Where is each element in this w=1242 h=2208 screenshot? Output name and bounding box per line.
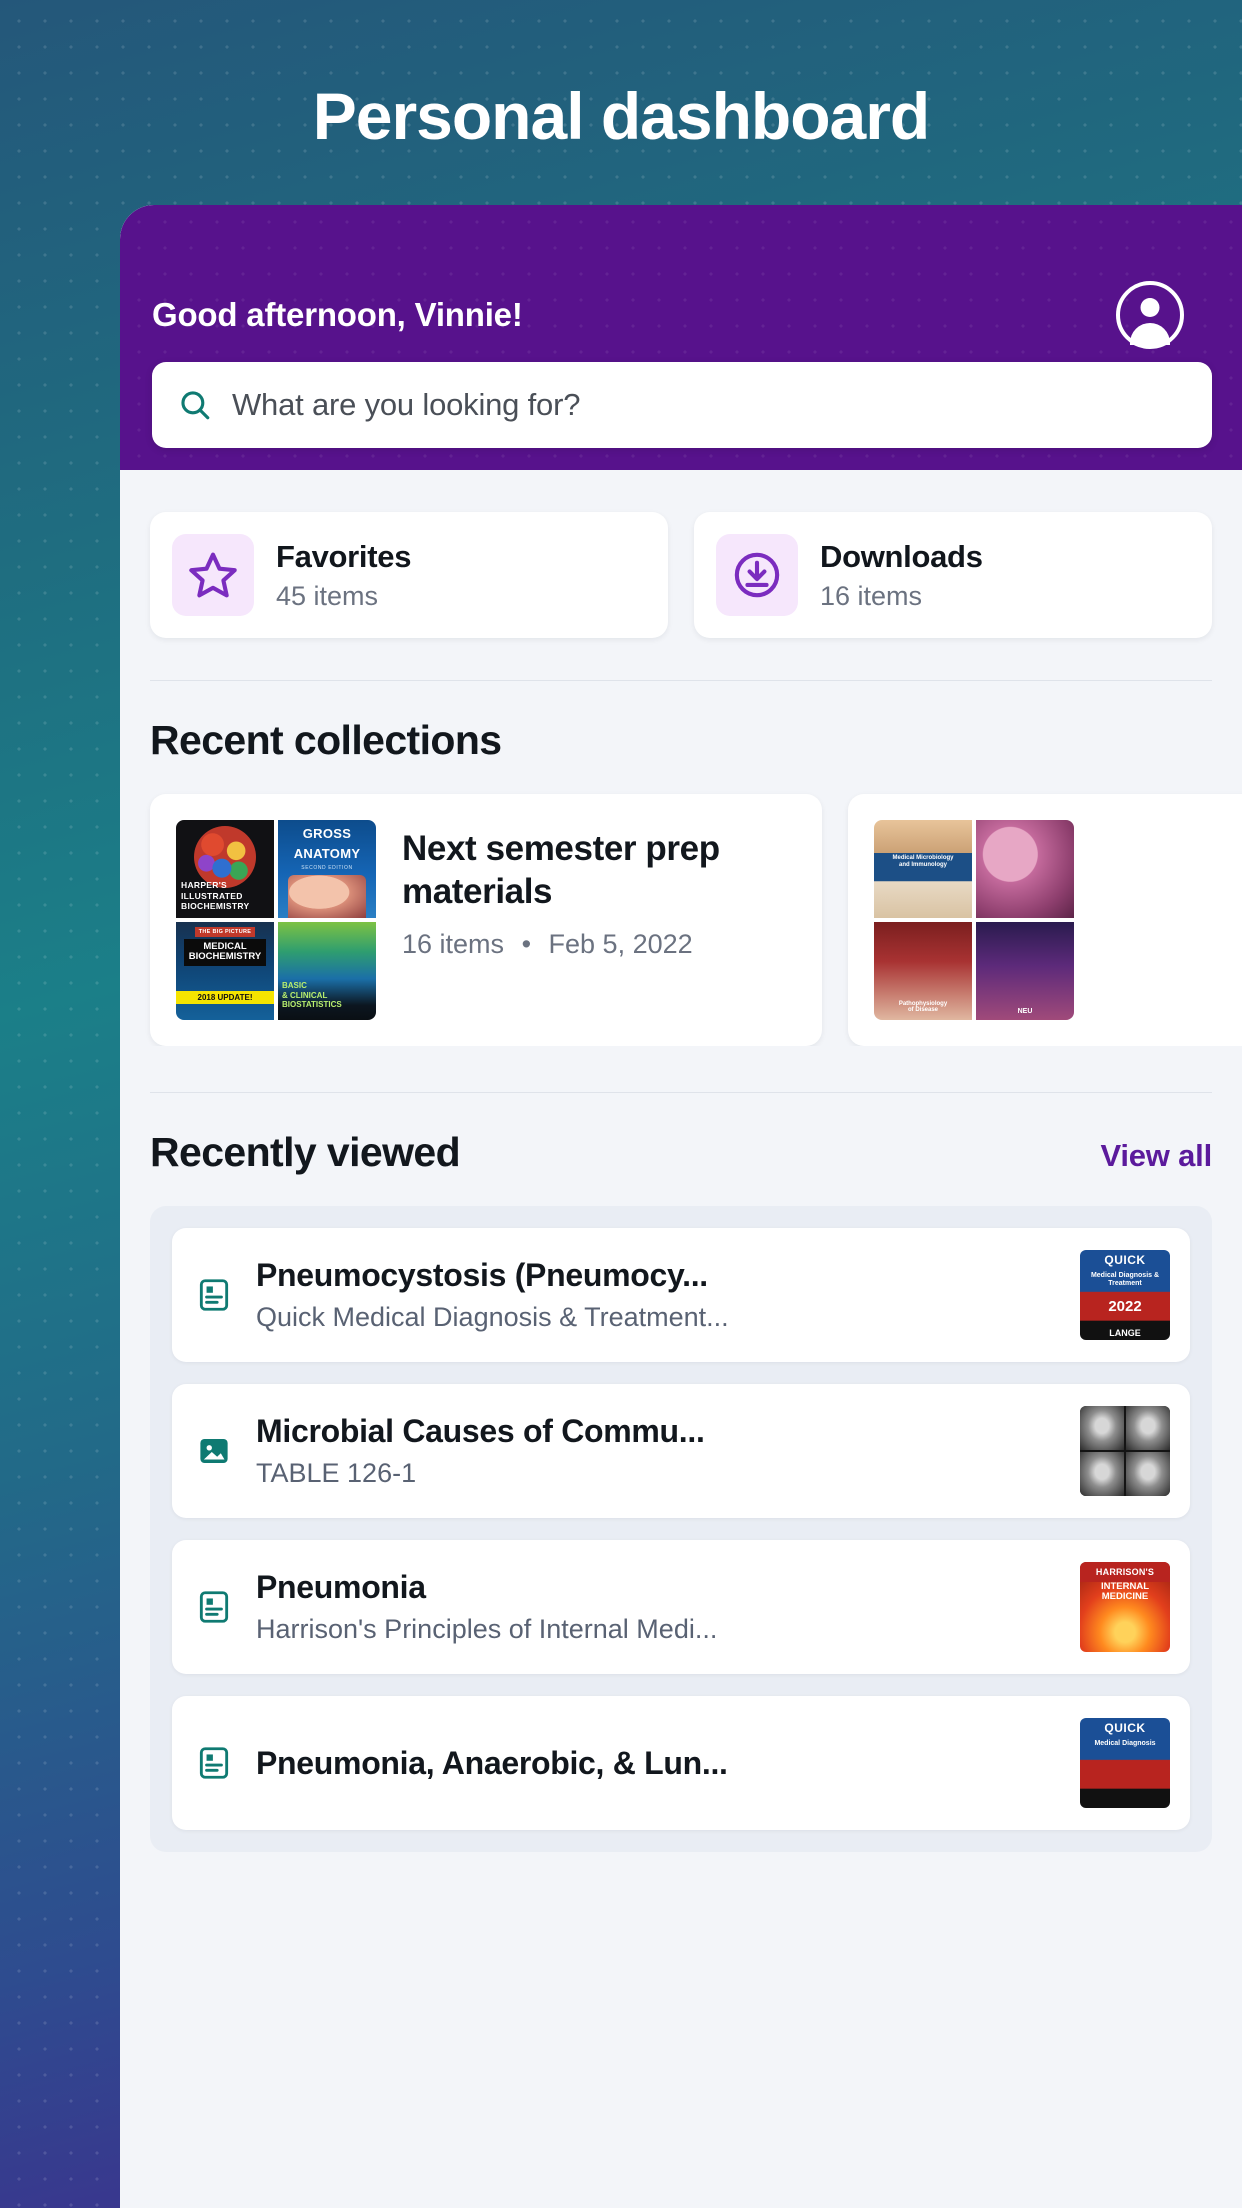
biostat-title: BASIC & CLINICAL BIOSTATISTICS: [282, 981, 342, 1010]
bigpic-title: MEDICAL BIOCHEMISTRY: [183, 939, 267, 966]
thumb-line-1: QUICK: [1104, 1721, 1146, 1735]
list-item[interactable]: Pneumonia, Anaerobic, & Lun... QUICK Med…: [172, 1696, 1190, 1830]
recently-viewed-list: Pneumocystosis (Pneumocy... Quick Medica…: [150, 1206, 1212, 1852]
gross-cover-art: [288, 875, 366, 918]
document-icon: [192, 1744, 236, 1782]
recently-viewed-title: Recently viewed: [150, 1129, 461, 1175]
downloads-card[interactable]: Downloads 16 items: [694, 512, 1212, 638]
list-item-title: Microbial Causes of Commu...: [256, 1413, 705, 1449]
neuro-title: NEU: [1017, 1008, 1033, 1015]
greeting-row: Good afternoon, Vinnie!: [152, 281, 1202, 349]
collection-item-count: 16 items: [402, 929, 505, 960]
gross-line3: SECOND EDITION: [301, 865, 353, 871]
favorites-text-block: Favorites 45 items: [276, 539, 411, 612]
xray-tile: [1126, 1406, 1170, 1450]
collection-card[interactable]: HARPER'S ILLUSTRATED BIOCHEMISTRY GROSS …: [150, 794, 822, 1046]
thumb-line-2: Medical Diagnosis: [1094, 1740, 1156, 1747]
collection-subtitle: 16 items • Feb 5, 2022: [402, 929, 796, 960]
book-cover-pathophysiology: Pathophysiology of Disease: [874, 922, 972, 1020]
xray-tile: [1126, 1452, 1170, 1496]
collection-thumbnail-grid: HARPER'S ILLUSTRATED BIOCHEMISTRY GROSS …: [176, 820, 376, 1020]
book-cover-neurology: NEU: [976, 922, 1074, 1020]
harpers-cover-art: [194, 826, 256, 888]
list-item[interactable]: Microbial Causes of Commu... TABLE 126-1: [172, 1384, 1190, 1518]
app-body: Favorites 45 items Downloads 16 items Re…: [120, 470, 1242, 1852]
list-item-thumbnail: QUICK Medical Diagnosis & Treatment 2022…: [1080, 1250, 1170, 1340]
user-avatar-icon[interactable]: [1116, 281, 1184, 349]
downloads-text-block: Downloads 16 items: [820, 539, 983, 612]
greeting-text: Good afternoon, Vinnie!: [152, 296, 523, 333]
screen: Personal dashboard Good afternoon, Vinni…: [0, 0, 1242, 2208]
favorites-label: Favorites: [276, 538, 412, 574]
collection-thumbnail-grid: Medical Microbiology and Immunology Path…: [874, 820, 1074, 1020]
search-icon: [178, 388, 212, 422]
list-item[interactable]: Pneumonia Harrison's Principles of Inter…: [172, 1540, 1190, 1674]
list-item-subtitle: Quick Medical Diagnosis & Treatment...: [256, 1302, 729, 1332]
recently-viewed-header: Recently viewed View all: [120, 1093, 1242, 1176]
bigpic-line1: THE BIG PICTURE: [194, 927, 256, 937]
list-item-text: Pneumocystosis (Pneumocy... Quick Medica…: [256, 1257, 1060, 1333]
list-item-thumbnail: HARRISON'S INTERNAL MEDICINE: [1080, 1562, 1170, 1652]
list-item-title: Pneumonia, Anaerobic, & Lun...: [256, 1744, 728, 1781]
search-placeholder: What are you looking for?: [232, 387, 581, 422]
view-all-link[interactable]: View all: [1100, 1138, 1212, 1174]
collection-meta: Next semester prep materials 16 items • …: [402, 820, 796, 960]
thumb-line-1: QUICK: [1104, 1253, 1146, 1267]
list-item-title: Pneumonia: [256, 1569, 426, 1605]
document-icon: [192, 1588, 236, 1626]
star-outline-icon: [172, 534, 254, 616]
list-item-subtitle: Harrison's Principles of Internal Medi..…: [256, 1614, 718, 1644]
thumb-line-2: INTERNAL MEDICINE: [1100, 1581, 1150, 1603]
document-icon: [192, 1276, 236, 1314]
book-cover-medical-microbiology: Medical Microbiology and Immunology: [874, 820, 972, 918]
collection-card[interactable]: Medical Microbiology and Immunology Path…: [848, 794, 1242, 1046]
search-input[interactable]: What are you looking for?: [152, 362, 1212, 448]
avatar-head-shape: [1140, 298, 1160, 317]
harpers-cover-title: HARPER'S ILLUSTRATED BIOCHEMISTRY: [181, 880, 250, 912]
thumb-line-2: Medical Diagnosis & Treatment: [1090, 1272, 1160, 1287]
book-cover-harpers: HARPER'S ILLUSTRATED BIOCHEMISTRY: [176, 820, 274, 918]
app-header: Good afternoon, Vinnie! What are you loo…: [120, 205, 1242, 470]
avatar-body-shape: [1130, 323, 1170, 345]
image-icon: [192, 1432, 236, 1470]
app-card: Good afternoon, Vinnie! What are you loo…: [120, 205, 1242, 2208]
stat-cards-row: Favorites 45 items Downloads 16 items: [120, 470, 1242, 638]
list-item-text: Pneumonia Harrison's Principles of Inter…: [256, 1569, 1060, 1645]
thumb-line-1: HARRISON'S: [1080, 1562, 1170, 1582]
xray-tile: [1080, 1452, 1124, 1496]
gross-line2: ANATOMY: [293, 846, 361, 861]
collection-date: Feb 5, 2022: [548, 929, 693, 960]
list-item-subtitle: TABLE 126-1: [256, 1458, 417, 1488]
xray-tile: [1080, 1406, 1124, 1450]
favorites-card[interactable]: Favorites 45 items: [150, 512, 668, 638]
list-item-text: Pneumonia, Anaerobic, & Lun...: [256, 1745, 1060, 1782]
download-circle-icon: [716, 534, 798, 616]
book-cover-biostatistics: BASIC & CLINICAL BIOSTATISTICS: [278, 922, 376, 1020]
collection-separator: •: [521, 929, 532, 960]
list-item-text: Microbial Causes of Commu... TABLE 126-1: [256, 1413, 1060, 1489]
list-item-thumbnail: QUICK Medical Diagnosis: [1080, 1718, 1170, 1808]
recent-collections-carousel[interactable]: HARPER'S ILLUSTRATED BIOCHEMISTRY GROSS …: [120, 764, 1242, 1046]
favorites-count: 45 items: [276, 580, 379, 611]
bigpic-badge: 2018 UPDATE!: [176, 991, 274, 1004]
book-cover-histology: [976, 820, 1074, 918]
recent-collections-header: Recent collections: [120, 681, 1242, 764]
list-item[interactable]: Pneumocystosis (Pneumocy... Quick Medica…: [172, 1228, 1190, 1362]
list-item-title: Pneumocystosis (Pneumocy...: [256, 1257, 708, 1293]
micro-title: Medical Microbiology and Immunology: [892, 855, 954, 869]
book-cover-gross-anatomy: GROSS ANATOMY SECOND EDITION: [278, 820, 376, 918]
downloads-label: Downloads: [820, 538, 983, 574]
book-cover-big-picture: THE BIG PICTURE MEDICAL BIOCHEMISTRY 201…: [176, 922, 274, 1020]
collection-title: Next semester prep materials: [402, 829, 720, 911]
thumb-line-4: LANGE: [1109, 1328, 1141, 1338]
page-title: Personal dashboard: [312, 79, 931, 153]
gross-line1: GROSS: [302, 826, 352, 841]
downloads-count: 16 items: [820, 580, 923, 611]
list-item-thumbnail: [1080, 1406, 1170, 1496]
recent-collections-title: Recent collections: [150, 717, 502, 763]
patho-title: Pathophysiology of Disease: [898, 1000, 948, 1014]
thumb-line-3: 2022: [1108, 1298, 1142, 1315]
